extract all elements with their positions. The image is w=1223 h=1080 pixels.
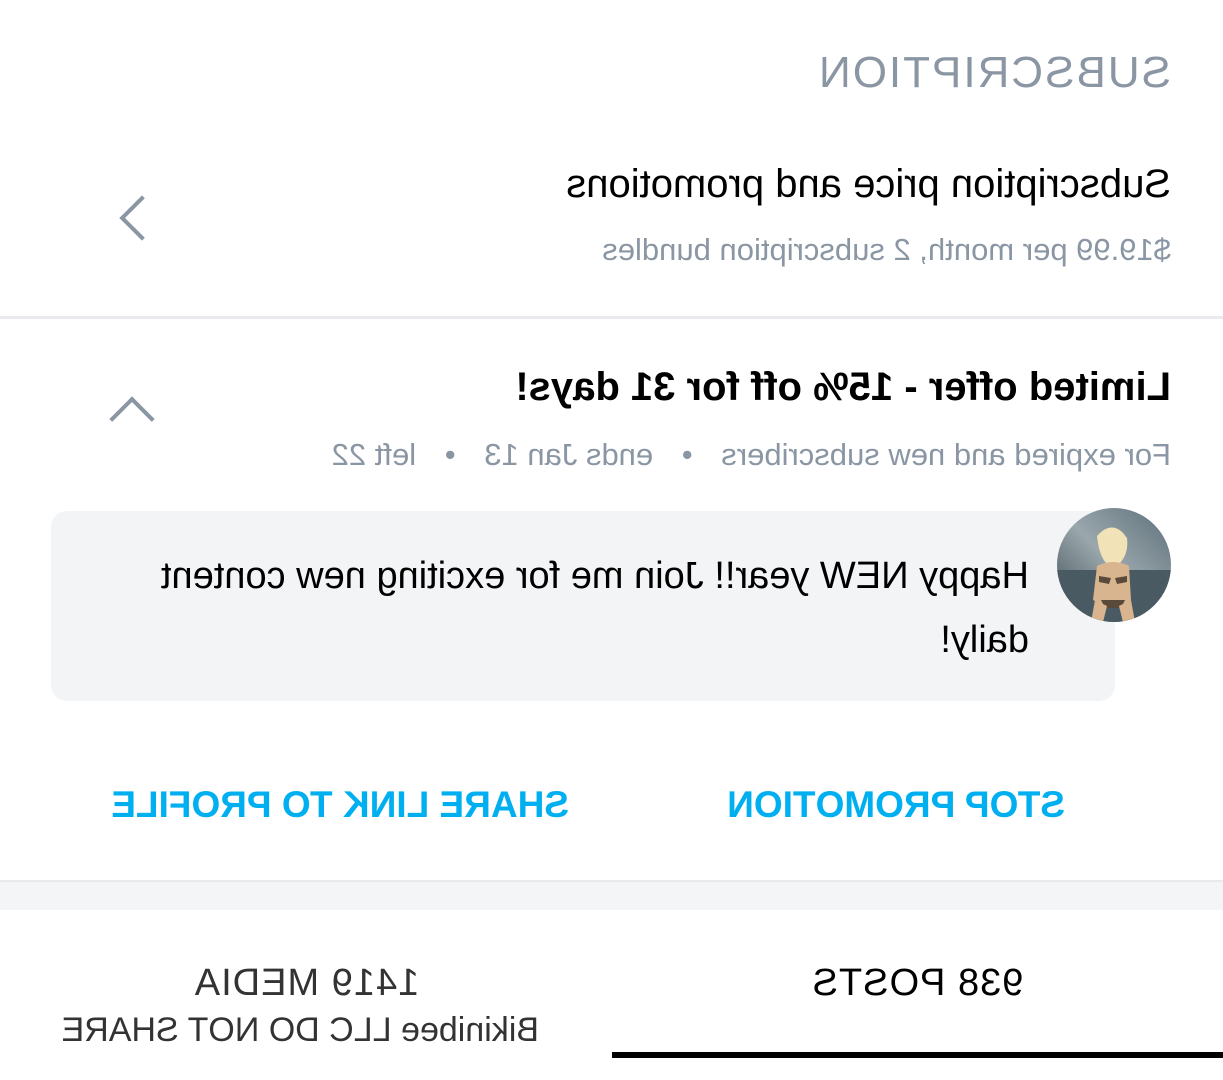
subscription-row-title: Subscription price and promotions	[566, 162, 1171, 206]
tab-posts[interactable]: 938 POSTS	[612, 962, 1223, 1005]
tab-media-label: 1419 MEDIA	[193, 962, 420, 1004]
section-title: SUBSCRIPTION	[816, 48, 1171, 97]
promotion-row[interactable]: Limited offer - 15% off for 31 days! For…	[0, 355, 1223, 485]
promotion-ends: ends Jan 13	[484, 437, 654, 472]
stop-promotion-button[interactable]: STOP PROMOTION	[727, 784, 1065, 826]
separator-dot: •	[444, 437, 456, 472]
avatar[interactable]	[1057, 508, 1171, 622]
avatar-photo	[1057, 508, 1171, 622]
subscription-row-subtitle: $19.99 per month, 2 subscription bundles	[602, 232, 1171, 267]
watermark-text: Bikinibee LLC DO NOT SHARE	[61, 1011, 539, 1049]
promotion-meta: For expired and new subscribers • ends J…	[332, 437, 1171, 473]
section-separator	[0, 880, 1223, 910]
separator-dot: •	[681, 437, 693, 472]
promotion-title: Limited offer - 15% off for 31 days!	[515, 365, 1171, 409]
subscription-price-row[interactable]: Subscription price and promotions $19.99…	[0, 150, 1223, 315]
screen-mirrored: SUBSCRIPTION Subscription price and prom…	[0, 0, 1223, 1080]
promotion-remaining: left 22	[331, 437, 417, 472]
chevron-up-icon[interactable]	[109, 396, 155, 442]
promotion-audience: For expired and new subscribers	[721, 437, 1171, 472]
tab-media[interactable]: 1419 MEDIA	[1, 962, 612, 1005]
promotion-message: Happy NEW year!! Join me for exciting ne…	[160, 555, 1029, 661]
share-link-button[interactable]: SHARE LINK TO PROFILE	[111, 784, 569, 826]
tab-active-indicator	[612, 1052, 1223, 1058]
divider	[0, 316, 1223, 319]
tab-posts-label: 938 POSTS	[811, 962, 1024, 1004]
chevron-right-icon	[119, 195, 165, 241]
